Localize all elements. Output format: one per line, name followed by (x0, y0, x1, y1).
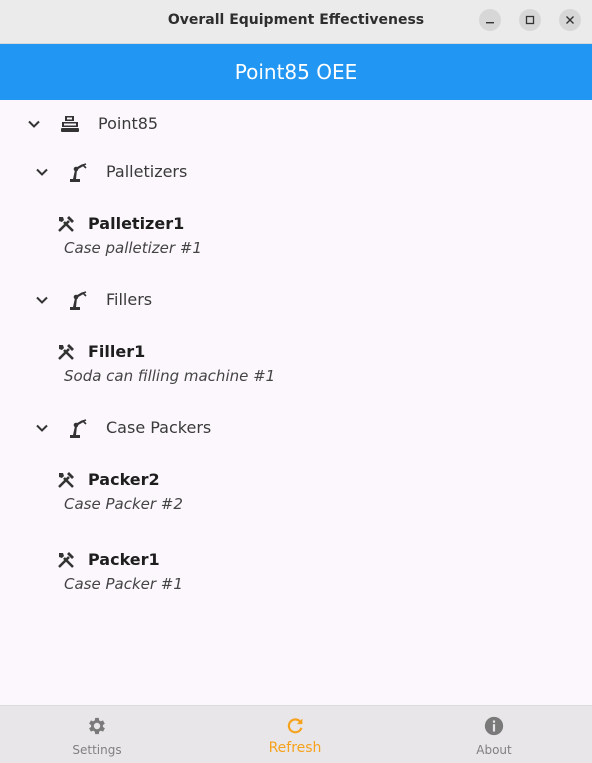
tools-icon (56, 550, 76, 570)
nav-refresh-label: Refresh (268, 740, 322, 756)
robot-arm-icon (67, 417, 89, 439)
equipment-description: Case Packer #2 (64, 495, 183, 513)
equipment-tree: Point85 Palletizers Palletizer1 Case pal… (0, 100, 592, 705)
minimize-button[interactable] (479, 9, 501, 31)
enterprise-icon (59, 113, 81, 135)
chevron-down-icon[interactable] (34, 164, 50, 180)
equipment-name[interactable]: Packer1 (88, 550, 160, 569)
close-button[interactable] (559, 9, 581, 31)
tools-icon (56, 214, 76, 234)
equipment-name[interactable]: Filler1 (88, 342, 145, 361)
nav-about-button[interactable]: About (434, 706, 554, 763)
nav-refresh-button[interactable]: Refresh (235, 706, 355, 763)
close-icon (566, 16, 574, 24)
tree-node-palletizers[interactable]: Palletizers (106, 162, 187, 181)
equipment-description: Soda can filling machine #1 (64, 367, 276, 385)
refresh-icon (284, 715, 306, 737)
tools-icon (56, 470, 76, 490)
robot-arm-icon (67, 289, 89, 311)
app-title: Point85 OEE (234, 60, 358, 84)
nav-about-label: About (476, 743, 512, 757)
equipment-name[interactable]: Packer2 (88, 470, 160, 489)
chevron-down-icon[interactable] (34, 292, 50, 308)
equipment-description: Case Packer #1 (64, 575, 183, 593)
gear-icon (86, 715, 108, 737)
window-titlebar[interactable]: Overall Equipment Effectiveness (0, 0, 592, 44)
maximize-button[interactable] (519, 9, 541, 31)
tree-node-case-packers[interactable]: Case Packers (106, 418, 211, 437)
tools-icon (56, 342, 76, 362)
window-title: Overall Equipment Effectiveness (167, 12, 425, 28)
minimize-icon (486, 22, 494, 24)
chevron-down-icon[interactable] (34, 420, 50, 436)
app-bar: Point85 OEE (0, 44, 592, 100)
equipment-name[interactable]: Palletizer1 (88, 214, 184, 233)
bottom-navigation: Settings Refresh About (0, 705, 592, 763)
equipment-description: Case palletizer #1 (64, 239, 202, 257)
nav-settings-button[interactable]: Settings (37, 706, 157, 763)
chevron-down-icon[interactable] (26, 116, 42, 132)
nav-settings-label: Settings (72, 743, 122, 757)
info-icon (483, 715, 505, 737)
robot-arm-icon (67, 161, 89, 183)
tree-node-fillers[interactable]: Fillers (106, 290, 152, 309)
maximize-icon (525, 15, 535, 25)
tree-node-point85[interactable]: Point85 (98, 114, 158, 133)
